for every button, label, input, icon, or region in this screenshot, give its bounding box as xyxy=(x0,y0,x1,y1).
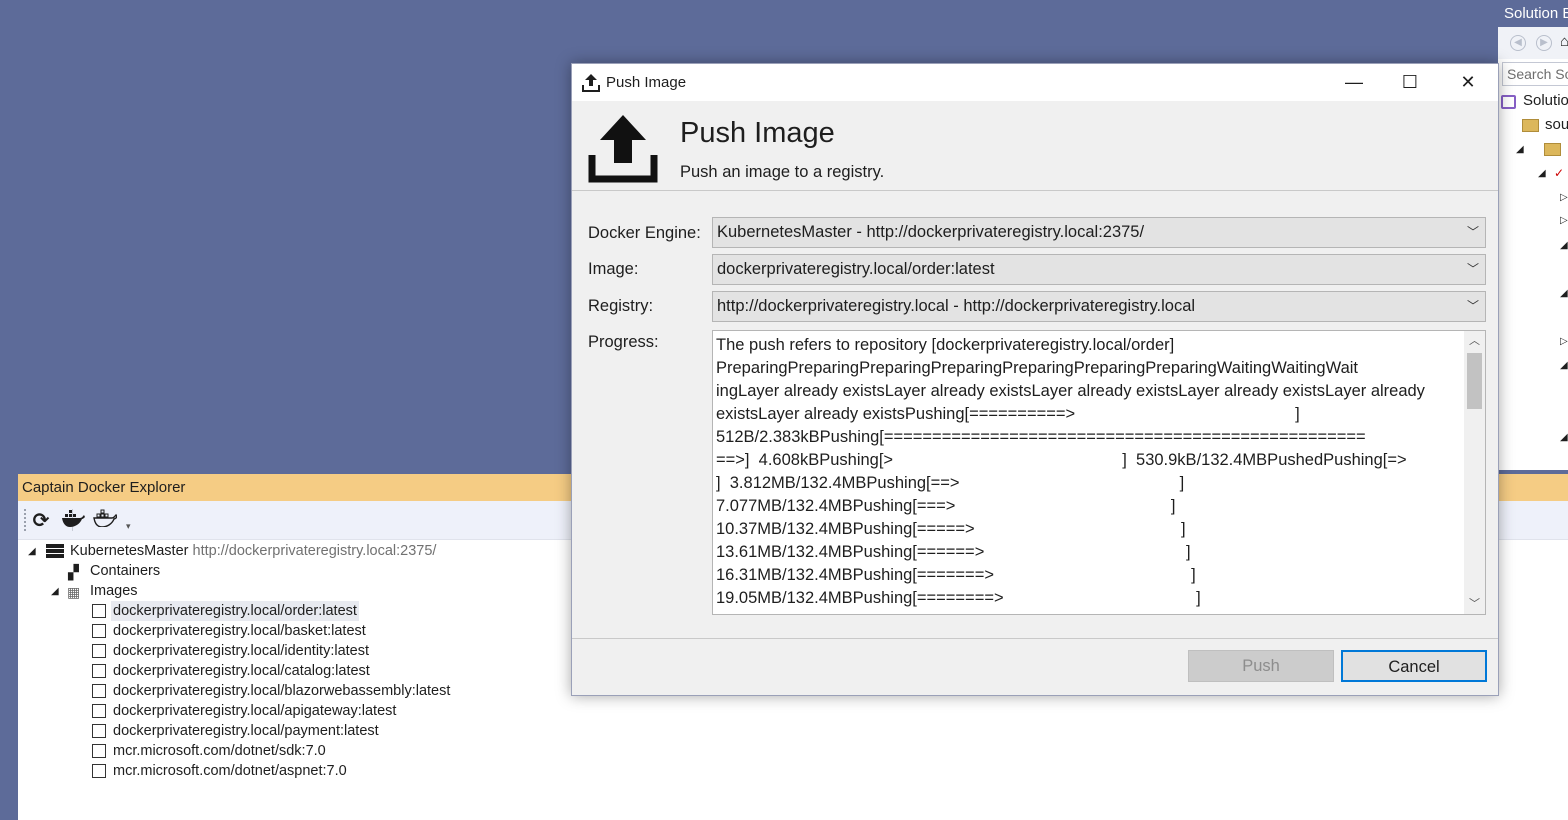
registry-label: Registry: xyxy=(588,297,654,315)
image-checkbox[interactable] xyxy=(92,644,106,658)
engine-select[interactable]: KubernetesMaster - http://dockerprivater… xyxy=(712,217,1486,248)
image-list-item[interactable]: dockerprivateregistry.local/blazorwebass… xyxy=(111,681,452,701)
progress-line: 512B/2.383kBPushing[====================… xyxy=(716,428,1366,446)
tree-node-server[interactable]: KubernetesMaster http://dockerprivatereg… xyxy=(70,541,436,561)
expand-arrow-icon[interactable]: ◢ xyxy=(1560,432,1568,443)
progress-label: Progress: xyxy=(588,333,659,351)
progress-scrollbar[interactable]: ︿ ﹀ xyxy=(1464,331,1485,614)
engine-label: Docker Engine: xyxy=(588,224,701,242)
header-title: Push Image xyxy=(680,117,835,149)
image-list-item[interactable]: mcr.microsoft.com/dotnet/aspnet:7.0 xyxy=(111,761,349,781)
image-checkbox[interactable] xyxy=(92,684,106,698)
collapse-arrow-icon[interactable]: ▷ xyxy=(1560,336,1568,347)
image-select[interactable]: dockerprivateregistry.local/order:latest… xyxy=(712,254,1486,285)
chevron-down-icon: ﹀ xyxy=(1466,262,1479,276)
folder-icon xyxy=(1544,143,1561,156)
solution-explorer-panel: Solution E ◀ ▶ ⌂ Search So Solutio sou ◢… xyxy=(1498,0,1568,470)
dialog-window-title: Push Image xyxy=(606,74,687,91)
expand-arrow-icon[interactable]: ◢ xyxy=(28,542,36,562)
progress-line: 13.61MB/132.4MBPushing[======> ] xyxy=(716,543,1191,561)
image-checkbox[interactable] xyxy=(92,664,106,678)
progress-line: ] 3.812MB/132.4MBPushing[==> ] xyxy=(716,474,1185,492)
image-list-item[interactable]: dockerprivateregistry.local/identity:lat… xyxy=(111,641,371,661)
solution-node[interactable]: Solutio xyxy=(1523,92,1568,109)
server-name: KubernetesMaster xyxy=(70,543,189,559)
scroll-thumb[interactable] xyxy=(1467,353,1482,409)
collapse-arrow-icon[interactable]: ▷ xyxy=(1560,215,1568,226)
containers-icon: ▞ xyxy=(68,564,79,580)
tree-node-containers[interactable]: Containers xyxy=(90,561,160,581)
image-list-item[interactable]: dockerprivateregistry.local/catalog:late… xyxy=(111,661,372,681)
progress-line: The push refers to repository [dockerpri… xyxy=(716,336,1175,354)
image-list-item[interactable]: dockerprivateregistry.local/payment:late… xyxy=(111,721,381,741)
image-list-item[interactable]: mcr.microsoft.com/dotnet/sdk:7.0 xyxy=(111,741,328,761)
maximize-button[interactable]: ☐ xyxy=(1382,64,1438,101)
image-checkbox[interactable] xyxy=(92,764,106,778)
home-icon[interactable]: ⌂ xyxy=(1560,33,1568,50)
image-checkbox[interactable] xyxy=(92,624,106,638)
scroll-down-icon[interactable]: ﹀ xyxy=(1464,594,1485,614)
minimize-button[interactable]: — xyxy=(1326,64,1382,101)
image-label: Image: xyxy=(588,260,639,278)
registry-select[interactable]: http://dockerprivateregistry.local - htt… xyxy=(712,291,1486,322)
progress-line: 7.077MB/132.4MBPushing[===> ] xyxy=(716,497,1176,515)
dialog-titlebar[interactable]: Push Image — ☐ ✕ xyxy=(572,64,1498,101)
folder-node-src[interactable]: sou xyxy=(1545,116,1568,133)
registry-select-value: http://dockerprivateregistry.local - htt… xyxy=(717,297,1196,315)
progress-line: 16.31MB/132.4MBPushing[=======> ] xyxy=(716,566,1196,584)
visual-studio-solution-icon xyxy=(1501,95,1516,109)
progress-log[interactable]: The push refers to repository [dockerpri… xyxy=(712,330,1486,615)
progress-line: ==>] 4.608kBPushing[> ] 530.9kB/132.4MBP… xyxy=(716,451,1407,469)
image-checkbox[interactable] xyxy=(92,724,106,738)
upload-icon xyxy=(582,74,600,92)
solution-search-input[interactable]: Search So xyxy=(1502,62,1568,86)
cancel-button[interactable]: Cancel xyxy=(1341,650,1487,682)
image-list-item[interactable]: dockerprivateregistry.local/apigateway:l… xyxy=(111,701,398,721)
solution-explorer-title: Solution E xyxy=(1498,0,1568,27)
back-icon[interactable]: ◀ xyxy=(1510,35,1526,51)
progress-line: existsLayer already existsPushing[======… xyxy=(716,405,1300,423)
solution-explorer-toolbar: ◀ ▶ ⌂ xyxy=(1498,27,1568,59)
folder-icon xyxy=(1522,119,1539,132)
engine-select-value: KubernetesMaster - http://dockerprivater… xyxy=(717,223,1145,241)
image-checkbox[interactable] xyxy=(92,704,106,718)
collapse-arrow-icon[interactable]: ▷ xyxy=(1560,192,1568,203)
image-list-item[interactable]: dockerprivateregistry.local/basket:lates… xyxy=(111,621,368,641)
push-button[interactable]: Push xyxy=(1188,650,1334,682)
progress-line: ingLayer already existsLayer already exi… xyxy=(716,382,1425,400)
tree-node-images[interactable]: Images xyxy=(90,581,138,601)
images-icon: ▦ xyxy=(67,584,81,600)
progress-line: PreparingPreparingPreparingPreparingPrep… xyxy=(716,359,1359,377)
docker-connect-icon[interactable] xyxy=(60,509,86,533)
chevron-down-icon: ﹀ xyxy=(1466,299,1479,313)
expand-arrow-icon[interactable]: ◢ xyxy=(1560,288,1568,299)
close-button[interactable]: ✕ xyxy=(1440,64,1496,101)
checkmark-icon: ✓ xyxy=(1554,166,1565,180)
scroll-up-icon[interactable]: ︿ xyxy=(1464,331,1485,351)
expand-arrow-icon[interactable]: ◢ xyxy=(1516,144,1524,155)
docker-disconnect-icon[interactable] xyxy=(92,509,118,533)
image-checkbox[interactable] xyxy=(92,744,106,758)
image-select-value: dockerprivateregistry.local/order:latest xyxy=(717,260,995,278)
upload-large-icon xyxy=(588,115,658,183)
dialog-header: Push Image Push an image to a registry. xyxy=(572,101,1498,191)
image-checkbox[interactable] xyxy=(92,604,106,618)
forward-icon[interactable]: ▶ xyxy=(1536,35,1552,51)
progress-line: 19.05MB/132.4MBPushing[========> ] xyxy=(716,589,1201,607)
refresh-icon[interactable]: ⟳ xyxy=(28,509,54,533)
progress-line: 10.37MB/132.4MBPushing[=====> ] xyxy=(716,520,1186,538)
expand-arrow-icon[interactable]: ◢ xyxy=(51,582,59,602)
header-subtitle: Push an image to a registry. xyxy=(680,163,885,181)
expand-arrow-icon[interactable]: ◢ xyxy=(1560,240,1568,251)
dialog-footer: Push Cancel xyxy=(572,638,1498,695)
server-url: http://dockerprivateregistry.local:2375/ xyxy=(192,543,437,559)
progress-log-text: The push refers to repository [dockerpri… xyxy=(716,334,1462,610)
push-image-dialog: Push Image — ☐ ✕ Push Image Push an imag… xyxy=(571,63,1499,696)
toolbar-overflow-icon[interactable]: ▾ xyxy=(126,521,131,532)
image-list-item[interactable]: dockerprivateregistry.local/order:latest xyxy=(111,601,359,621)
expand-arrow-icon[interactable]: ◢ xyxy=(1560,360,1568,371)
chevron-down-icon: ﹀ xyxy=(1466,225,1479,239)
expand-arrow-icon[interactable]: ◢ xyxy=(1538,168,1546,179)
server-icon xyxy=(46,544,64,560)
